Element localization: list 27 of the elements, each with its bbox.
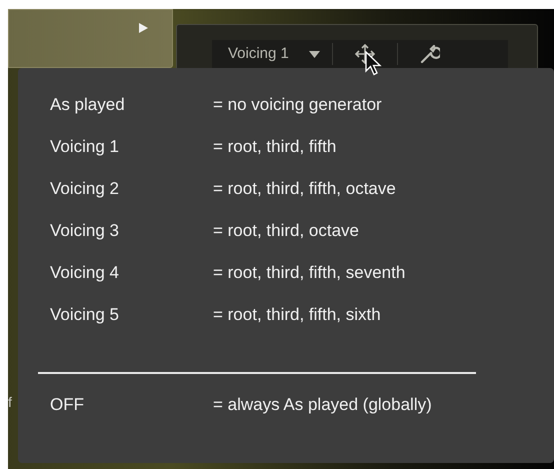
option-description: = no voicing generator [213, 94, 382, 116]
option-label: Voicing 2 [49, 178, 120, 200]
option-label: As played [49, 94, 126, 116]
option-description: = root, third, fifth, sixth [213, 304, 381, 326]
menu-item[interactable]: Voicing 4 = root, third, fifth, seventh [18, 252, 554, 294]
option-description: = root, third, octave [213, 220, 359, 242]
wrench-icon[interactable] [420, 44, 440, 64]
menu-item[interactable]: Voicing 2 = root, third, fifth, octave [18, 168, 554, 210]
cut-text: f [8, 393, 12, 412]
play-icon[interactable] [139, 23, 148, 33]
option-description: = root, third, fifth [213, 136, 336, 158]
menu-item[interactable]: As played = no voicing generator [18, 84, 554, 126]
option-description: = root, third, fifth, octave [213, 178, 396, 200]
option-label: Voicing 4 [49, 262, 120, 284]
menu-item[interactable]: Voicing 1 = root, third, fifth [18, 126, 554, 168]
option-label: Voicing 5 [49, 304, 120, 326]
menu-item[interactable]: OFF = always As played (globally) [18, 384, 554, 426]
voicing-dropdown[interactable]: Voicing 1 [212, 40, 326, 68]
option-label: Voicing 3 [49, 220, 120, 242]
option-label: Voicing 1 [49, 136, 120, 158]
move-icon[interactable] [354, 44, 375, 64]
caret-icon [308, 50, 320, 58]
menu-item[interactable]: Voicing 3 = root, third, octave [18, 210, 554, 252]
option-description: = always As played (globally) [213, 394, 432, 416]
menu-item[interactable]: Voicing 5 = root, third, fifth, sixth [18, 294, 554, 336]
option-description: = root, third, fifth, seventh [213, 262, 406, 284]
option-label: OFF [49, 394, 85, 416]
